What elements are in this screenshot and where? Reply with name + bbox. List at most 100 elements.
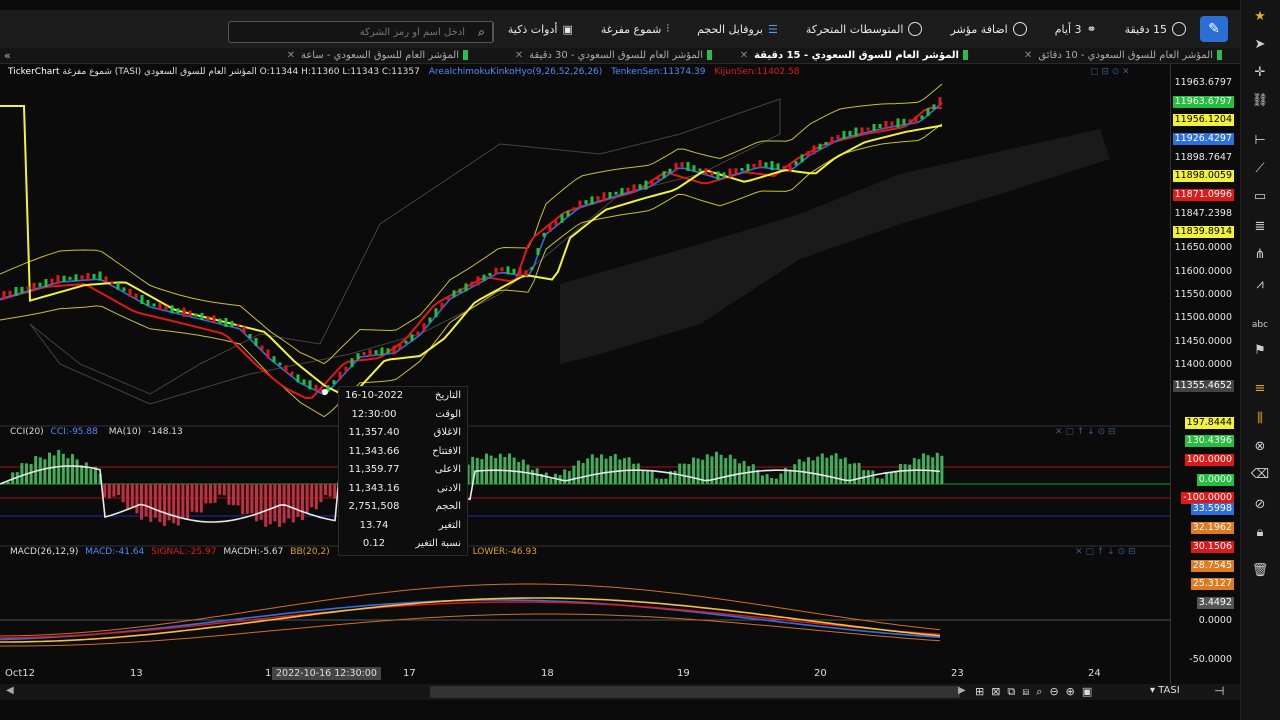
- hide-icon[interactable]: ⊘: [1249, 494, 1271, 516]
- candle: [350, 358, 354, 368]
- candle: [188, 310, 192, 317]
- fork-icon[interactable]: ⋔: [1249, 244, 1271, 266]
- price-label: 11963.6797: [1172, 96, 1234, 108]
- cci-panel-controls[interactable]: ✕ ▢ ↑ ↓ ⊙ ⊟: [1055, 427, 1116, 437]
- star-icon[interactable]: ★: [1249, 6, 1271, 28]
- cci-label: 33.5998: [1190, 503, 1234, 515]
- period-button[interactable]: ⚭ 3 أيام: [1055, 22, 1097, 36]
- bottom-tools[interactable]: ⊞⊠⧉⧈⌕⊖⊕▣: [975, 685, 1099, 699]
- close-icon[interactable]: ✕: [287, 50, 295, 61]
- main-chart-header: TickerChart المؤشر العام للسوق السعودي (…: [8, 67, 800, 77]
- close-icon[interactable]: ✕: [515, 50, 523, 61]
- smart-tools-button[interactable]: ▣ أدوات ذكية: [508, 23, 573, 36]
- cci-bar: [889, 471, 893, 484]
- scroll-left-icon[interactable]: ◀: [6, 685, 14, 696]
- moving-averages-button[interactable]: المتوسطات المتحركة: [806, 22, 923, 36]
- time-axis[interactable]: Oct121316171819202324: [0, 666, 1170, 682]
- cursor-icon[interactable]: ➤: [1249, 34, 1271, 56]
- close-icon[interactable]: ✕: [1024, 50, 1032, 61]
- rectangle-icon[interactable]: ▭: [1249, 186, 1271, 208]
- bollinger-lower: [0, 123, 943, 418]
- search-icon[interactable]: ⌕: [471, 22, 493, 42]
- cci-bar: [544, 472, 548, 484]
- chart-tabs: « المؤشر العام للسوق السعودي - 10 دقائق✕…: [0, 48, 1240, 64]
- cci-bar: [779, 473, 783, 485]
- crosshair-icon[interactable]: ✛: [1249, 62, 1271, 84]
- main-panel-controls[interactable]: ▢ ⊟ ⊙ ✕: [1090, 67, 1130, 77]
- cci-bar: [103, 484, 107, 497]
- tab-10min[interactable]: المؤشر العام للسوق السعودي - 10 دقائق✕: [1024, 48, 1222, 64]
- candle: [20, 286, 24, 293]
- candle: [794, 161, 798, 166]
- candle: [614, 191, 618, 195]
- next-icon[interactable]: ⊣: [1214, 684, 1224, 698]
- trash-icon[interactable]: 🗑︎: [1249, 560, 1271, 582]
- candles-icon[interactable]: ⫼: [1249, 408, 1271, 430]
- drawing-toolbar: ★ ➤ ✛ ⛓ ⊢ ⟋ ▭ ≣ ⋔ ⩘ abc ⚑ ≡ ⫼ ⊗ ⌫ ⊘ 🔒︎ 🗑…: [1240, 0, 1280, 720]
- fib-icon[interactable]: ≡: [1249, 378, 1271, 400]
- tooltip-row: 12:30:00 الوقت: [339, 406, 467, 425]
- tab-hour[interactable]: المؤشر العام للسوق السعودي - ساعة✕: [287, 48, 468, 64]
- interval-button[interactable]: 15 دقيقة: [1125, 22, 1186, 36]
- tab-30min[interactable]: المؤشر العام للسوق السعودي - 30 دقيقة✕: [515, 48, 712, 64]
- scrollbar-thumb[interactable]: [430, 686, 960, 698]
- price-axis[interactable]: 11963.6797 11963.6797 11956.1204 11926.4297…: [1170, 64, 1240, 684]
- tabs-scroll-left-icon[interactable]: «: [4, 48, 11, 64]
- tooltip-key: الاغلاق: [433, 427, 461, 438]
- zigzag-icon[interactable]: ⩘: [1249, 274, 1271, 296]
- gauge-icon: [1012, 22, 1027, 36]
- chart-canvas[interactable]: [0, 64, 1170, 684]
- draw-button[interactable]: ✎: [1200, 16, 1228, 42]
- symbol-selector[interactable]: ▾ TASI: [1150, 685, 1180, 696]
- trendline-icon[interactable]: ⟋: [1249, 158, 1271, 180]
- close-icon[interactable]: ✕: [740, 50, 748, 61]
- cci-bar: [673, 470, 677, 484]
- macd-label: 30.1506: [1190, 541, 1234, 553]
- hollow-candles-button[interactable]: ⫶ شموع مفرغة: [601, 22, 669, 36]
- scroll-right-icon[interactable]: ▶: [958, 685, 966, 696]
- cci-bar: [590, 454, 594, 485]
- tab-15min[interactable]: المؤشر العام للسوق السعودي - 15 دقيقة✕: [740, 48, 968, 64]
- candle: [812, 145, 816, 155]
- link-icon[interactable]: ⛓: [1249, 90, 1271, 112]
- lock-icon[interactable]: 🔒︎: [1249, 522, 1271, 544]
- candle: [650, 179, 654, 186]
- candle: [290, 371, 294, 376]
- candle: [926, 108, 930, 117]
- cci-bar: [820, 453, 824, 484]
- cci-bar: [811, 460, 815, 485]
- candle: [446, 296, 450, 300]
- candle: [170, 305, 174, 314]
- candle: [374, 350, 378, 355]
- cci-bar: [857, 462, 861, 485]
- cci-bar: [788, 469, 792, 485]
- text-icon[interactable]: abc: [1249, 314, 1271, 336]
- candle: [56, 275, 60, 285]
- eraser-icon[interactable]: ⌫: [1249, 464, 1271, 486]
- cci-bar: [273, 484, 277, 522]
- channel-icon[interactable]: ≣: [1249, 216, 1271, 238]
- candle: [44, 279, 48, 287]
- tooltip-key: الحجم: [435, 501, 461, 512]
- candle: [548, 224, 552, 232]
- macd-panel-controls[interactable]: ✕ ▢ ↑ ↓ ⊙ ⊟: [1075, 547, 1136, 557]
- cci-bar: [135, 484, 139, 514]
- flag-icon[interactable]: ⚑: [1249, 340, 1271, 362]
- price-label: 11650.0000: [1174, 242, 1232, 253]
- candle: [662, 171, 666, 179]
- candle: [872, 124, 876, 131]
- cci-bar: [577, 460, 580, 484]
- candle: [158, 302, 162, 310]
- search-input[interactable]: [229, 26, 471, 38]
- cci-bar: [613, 454, 617, 485]
- cci-bar: [724, 458, 728, 485]
- time-label: 13: [130, 668, 143, 679]
- cci-bar: [793, 464, 797, 485]
- cci-bar: [636, 463, 640, 485]
- gann-icon[interactable]: ⊗: [1249, 436, 1271, 458]
- volume-profile-button[interactable]: ☰ بروفايل الحجم: [697, 23, 778, 36]
- horizontal-line-icon[interactable]: ⊢: [1249, 130, 1271, 152]
- candle: [266, 349, 270, 359]
- add-indicator-button[interactable]: اضافة مؤشر: [950, 22, 1027, 36]
- cci-bar: [485, 453, 488, 485]
